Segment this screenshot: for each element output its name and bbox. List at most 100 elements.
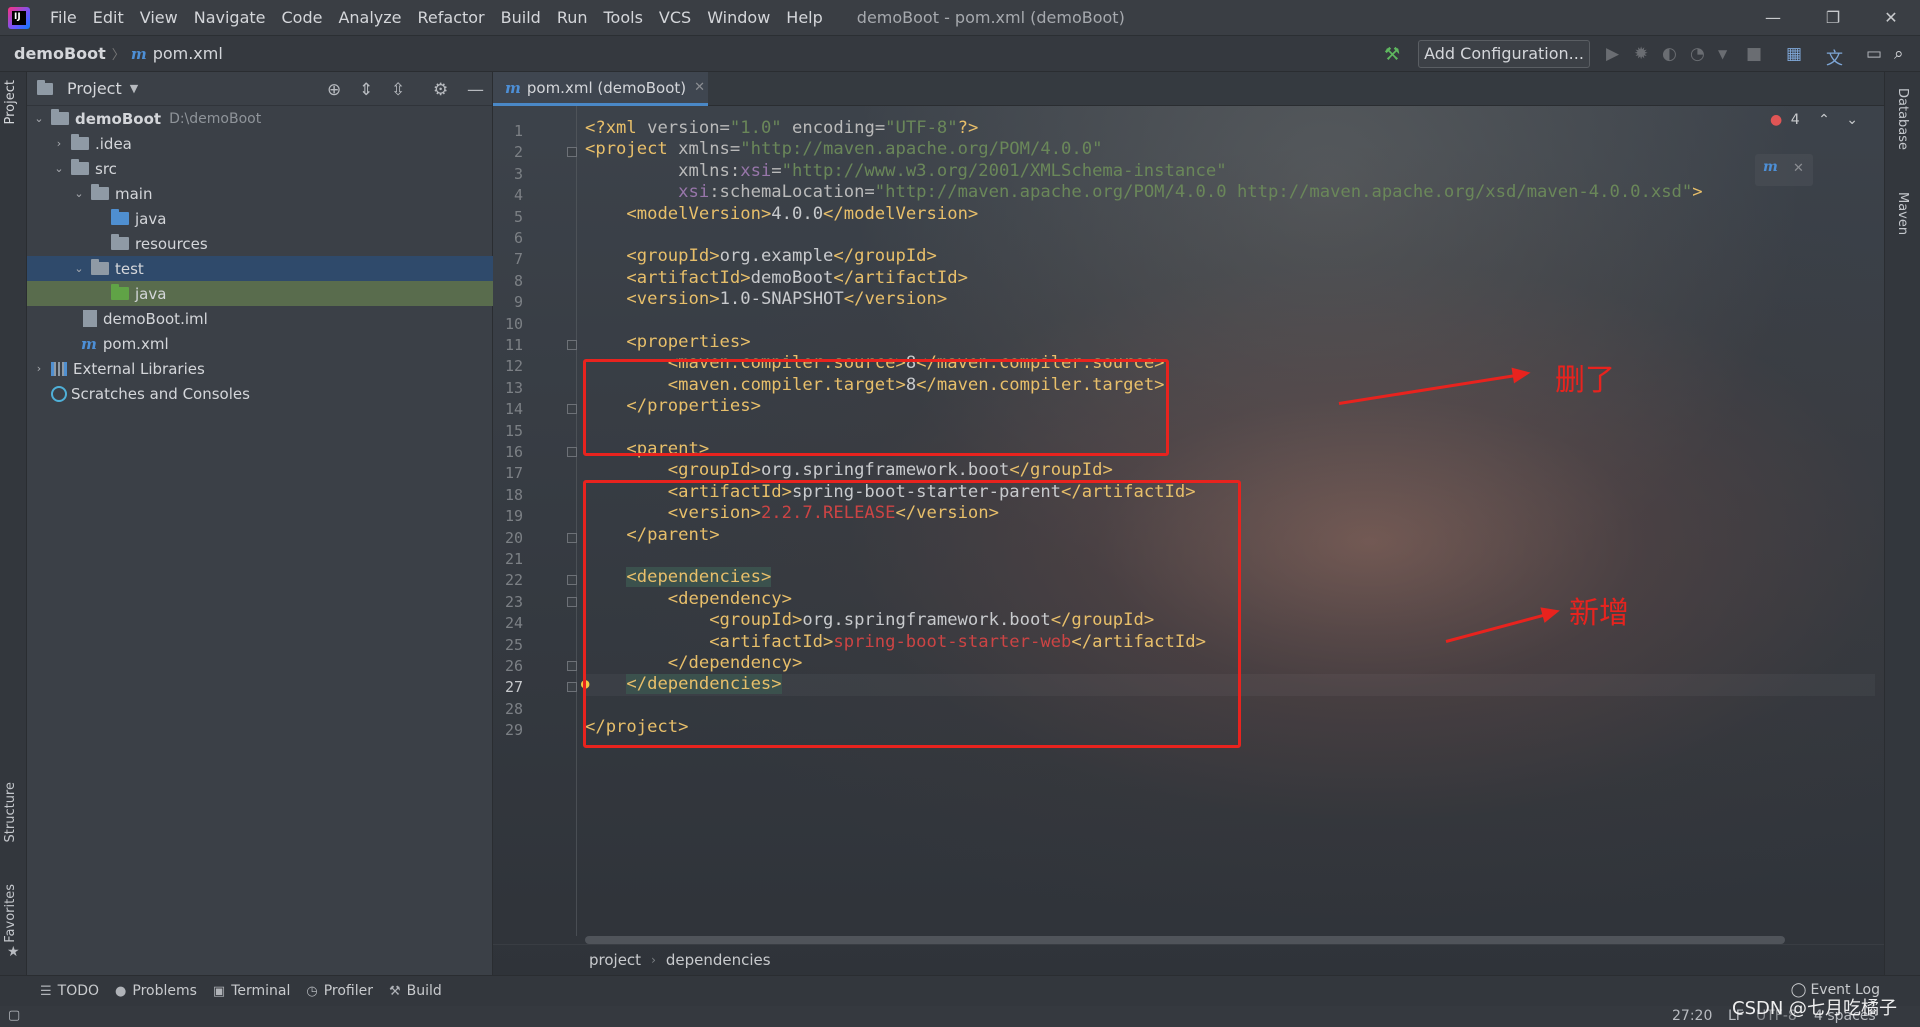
tree-node-idea[interactable]: › .idea (27, 131, 493, 156)
minimize-button[interactable]: — (1744, 0, 1802, 36)
build-hammer-icon[interactable]: ⚒ (1384, 44, 1400, 65)
tree-node-test-java[interactable]: java (27, 281, 493, 306)
line-number[interactable]: 29 (493, 717, 523, 743)
menu-vcs[interactable]: VCS (651, 0, 699, 36)
fold-marker-icon[interactable] (567, 147, 577, 158)
problems-tool-button[interactable]: ● Problems (115, 983, 197, 999)
nav-crumb-project[interactable]: demoBoot (14, 44, 106, 63)
collapse-all-icon[interactable]: ⇳ (391, 80, 405, 100)
menu-build[interactable]: Build (493, 0, 549, 36)
search-everywhere-icon[interactable]: ⌕ (1894, 44, 1904, 64)
code-line[interactable]: <modelVersion>4.0.0</modelVersion> (585, 204, 978, 225)
project-view-icon (37, 79, 53, 95)
fold-marker-icon[interactable] (567, 661, 577, 671)
chevron-right-icon[interactable]: › (31, 362, 47, 375)
expand-all-icon[interactable]: ⇕ (359, 80, 373, 100)
database-tool-tab[interactable]: Database (1895, 88, 1910, 150)
tree-node-main[interactable]: ⌄ main (27, 181, 493, 206)
run-icon[interactable]: ▶ (1606, 44, 1619, 64)
tree-node-main-java[interactable]: java (27, 206, 493, 231)
coverage-icon[interactable]: ◐ (1662, 44, 1677, 64)
code-line[interactable]: <properties> (585, 332, 750, 353)
code-line[interactable]: <groupId>org.springframework.boot</group… (585, 460, 1113, 481)
locate-file-icon[interactable]: ⊕ (327, 80, 341, 100)
add-configuration-button[interactable]: Add Configuration... (1418, 40, 1590, 68)
menu-view[interactable]: View (132, 0, 186, 36)
nav-crumb-file[interactable]: pom.xml (153, 44, 223, 63)
chevron-right-icon[interactable]: › (51, 137, 67, 150)
fold-marker-icon[interactable] (567, 575, 577, 586)
menu-tools[interactable]: Tools (596, 0, 651, 36)
debug-icon[interactable]: ✹ (1634, 44, 1648, 64)
chevron-down-icon[interactable]: ⌄ (51, 162, 67, 175)
tree-node-test[interactable]: ⌄ test (27, 256, 493, 281)
restore-button[interactable]: ❐ (1804, 0, 1862, 36)
close-tab-icon[interactable]: ✕ (694, 80, 705, 95)
tree-node-demoboot[interactable]: ⌄ demoBoot D:\demoBoot (27, 106, 493, 131)
horizontal-scrollbar[interactable] (585, 936, 1785, 944)
fold-marker-icon[interactable] (567, 404, 577, 415)
terminal-tool-button[interactable]: ▣ Terminal (213, 983, 290, 999)
fold-marker-icon[interactable] (567, 340, 577, 350)
tree-node-src[interactable]: ⌄ src (27, 156, 493, 181)
breadcrumb-project[interactable]: project (589, 951, 641, 969)
toggle-tool-windows-icon[interactable]: ▢ (8, 1008, 20, 1023)
menu-run[interactable]: Run (549, 0, 596, 36)
chevron-down-icon[interactable]: ⌄ (71, 262, 87, 275)
hide-panel-icon[interactable]: — (467, 80, 484, 100)
chevron-down-icon[interactable]: ⌄ (71, 187, 87, 200)
menu-analyze[interactable]: Analyze (330, 0, 409, 36)
tree-label: Scratches and Consoles (71, 384, 250, 403)
fold-marker-icon[interactable] (567, 447, 577, 457)
code-line[interactable]: xmlns:xsi="http://www.w3.org/2001/XMLSch… (585, 161, 1226, 182)
code-line[interactable]: <?xml version="1.0" encoding="UTF-8"?> (585, 118, 978, 139)
structure-tool-tab[interactable]: Structure (3, 782, 18, 842)
annotation-box-added (583, 480, 1241, 748)
module-folder-icon (51, 109, 69, 125)
code-line[interactable]: <artifactId>demoBoot</artifactId> (585, 268, 968, 289)
menu-edit[interactable]: Edit (85, 0, 132, 36)
menu-code[interactable]: Code (274, 0, 331, 36)
right-tool-strip: Database Maven (1884, 72, 1920, 975)
menu-file[interactable]: File (42, 0, 85, 36)
tree-node-resources[interactable]: resources (27, 231, 493, 256)
code-line[interactable]: xsi:schemaLocation="http://maven.apache.… (585, 182, 1702, 203)
chevron-down-icon[interactable]: ⌄ (31, 112, 47, 125)
code-line[interactable]: <version>1.0-SNAPSHOT</version> (585, 289, 947, 310)
tree-node-iml[interactable]: demoBoot.iml (27, 306, 493, 331)
tree-node-pom[interactable]: m pom.xml (27, 331, 493, 356)
tree-label: pom.xml (102, 334, 169, 353)
code-line[interactable]: <project xmlns="http://maven.apache.org/… (585, 139, 1102, 160)
menu-refactor[interactable]: Refactor (410, 0, 493, 36)
profile-icon[interactable]: ◔ (1690, 44, 1705, 64)
favorites-tool-tab[interactable]: Favorites (3, 884, 18, 943)
close-window-button[interactable]: ✕ (1862, 0, 1920, 36)
intellij-logo-icon: IJ (8, 6, 30, 29)
maven-tool-tab[interactable]: Maven (1895, 192, 1910, 235)
tree-node-external-libraries[interactable]: › External Libraries (27, 356, 493, 381)
presentation-icon[interactable]: ▭ (1866, 44, 1882, 64)
project-view-selector[interactable]: Project (67, 79, 122, 98)
menu-navigate[interactable]: Navigate (186, 0, 274, 36)
menu-help[interactable]: Help (778, 0, 830, 36)
todo-tool-button[interactable]: ☰ TODO (40, 983, 99, 999)
project-structure-icon[interactable]: ▦ (1786, 44, 1802, 64)
breadcrumb-dependencies[interactable]: dependencies (666, 951, 771, 969)
menu-window[interactable]: Window (699, 0, 778, 36)
caret-position[interactable]: 27:20 (1672, 1008, 1712, 1024)
fold-marker-icon[interactable] (567, 596, 577, 607)
breadcrumb-separator-icon: › (651, 953, 656, 967)
code-line[interactable]: <groupId>org.example</groupId> (585, 246, 936, 267)
fold-marker-icon[interactable] (567, 682, 577, 693)
run-dropdown-icon[interactable]: ▼ (1718, 47, 1727, 61)
fold-marker-icon[interactable] (567, 532, 577, 543)
tree-node-scratches[interactable]: Scratches and Consoles (27, 381, 493, 406)
stop-icon[interactable]: ■ (1746, 44, 1762, 64)
translate-icon[interactable]: 文 (1826, 44, 1843, 69)
build-tool-button[interactable]: ⚒ Build (389, 983, 442, 999)
chevron-down-icon[interactable]: ▼ (130, 82, 138, 95)
profiler-tool-button[interactable]: ◷ Profiler (306, 983, 373, 999)
editor-tab-pom[interactable]: m pom.xml (demoBoot) ✕ (493, 72, 708, 106)
project-tool-tab[interactable]: Project (3, 80, 18, 124)
gear-icon[interactable]: ⚙ (433, 80, 448, 100)
